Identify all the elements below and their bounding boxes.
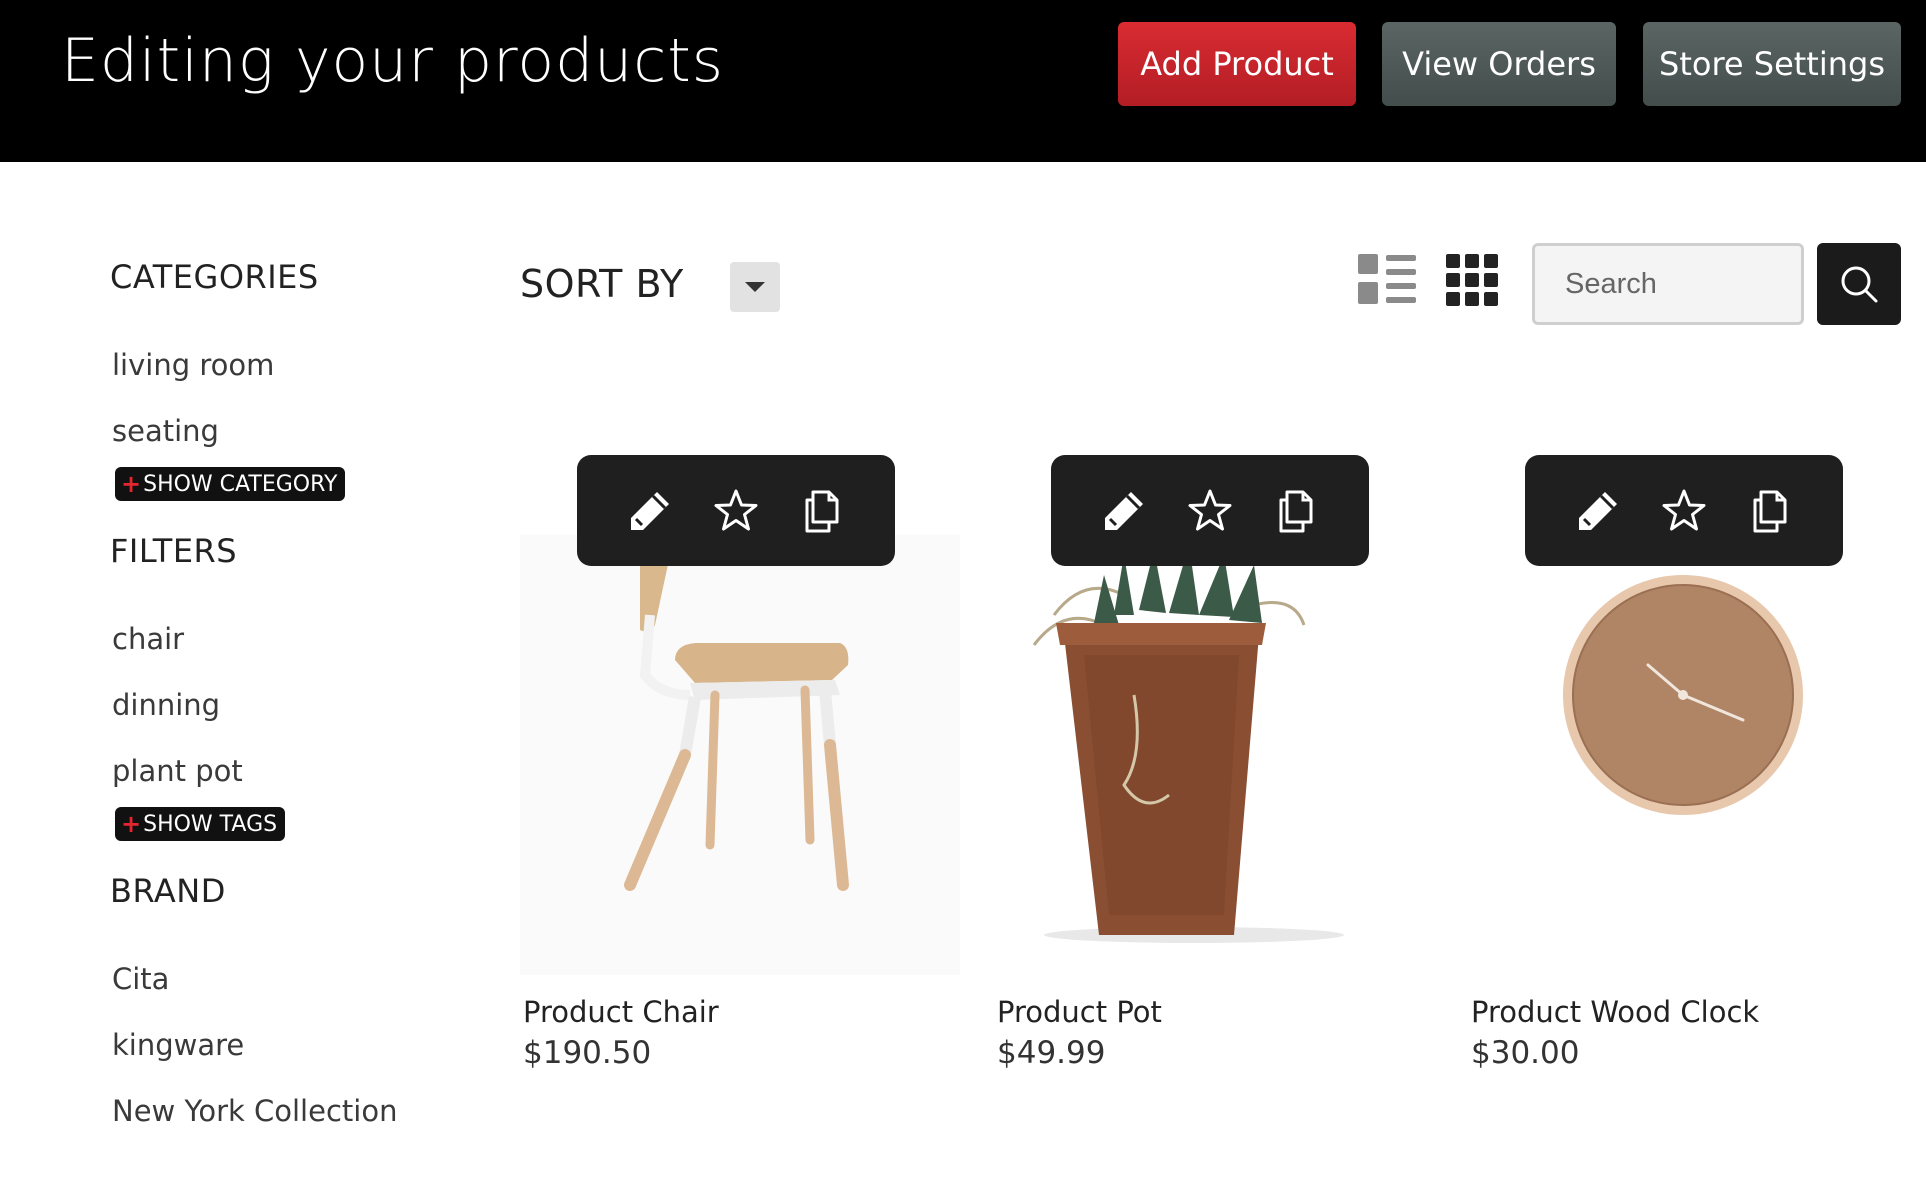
chair-image: [520, 535, 960, 975]
star-icon: [1662, 489, 1706, 530]
brand-item-new-york-collection[interactable]: New York Collection: [112, 1094, 397, 1128]
edit-icon: [1105, 491, 1143, 530]
star-icon: [1188, 489, 1232, 530]
duplicate-button[interactable]: [1270, 485, 1322, 537]
duplicate-icon: [805, 490, 839, 532]
view-orders-button[interactable]: View Orders: [1382, 22, 1616, 106]
favorite-button[interactable]: [1184, 485, 1236, 537]
plus-icon: +: [121, 810, 142, 838]
product-image-chair[interactable]: [520, 535, 960, 975]
edit-icon: [631, 491, 669, 530]
product-card[interactable]: Product Pot $49.99: [994, 455, 1464, 1095]
brand-item-kingware[interactable]: kingware: [112, 1028, 244, 1062]
product-image-plant-pot[interactable]: [994, 535, 1434, 975]
sort-by-label: SORT BY: [520, 262, 684, 306]
store-settings-button[interactable]: Store Settings: [1643, 22, 1901, 106]
search-button[interactable]: [1817, 243, 1901, 325]
duplicate-icon: [1753, 490, 1787, 532]
edit-icon: [1579, 491, 1617, 530]
card-actions-toolbar: [577, 455, 895, 566]
edit-button[interactable]: [624, 485, 676, 537]
product-name[interactable]: Product Pot: [997, 995, 1162, 1029]
product-price: $49.99: [997, 1035, 1106, 1071]
product-card[interactable]: Product Chair $190.50: [520, 455, 990, 1095]
product-name[interactable]: Product Wood Clock: [1471, 995, 1759, 1029]
duplicate-button[interactable]: [796, 485, 848, 537]
categories-heading: CATEGORIES: [110, 258, 319, 296]
filter-item-chair[interactable]: chair: [112, 622, 184, 656]
category-item-living-room[interactable]: living room: [112, 348, 274, 382]
product-price: $30.00: [1471, 1035, 1580, 1071]
product-image-wood-clock[interactable]: [1468, 535, 1908, 975]
favorite-button[interactable]: [1658, 485, 1710, 537]
card-actions-toolbar: [1525, 455, 1843, 566]
show-tags-button[interactable]: + SHOW TAGS: [115, 807, 286, 841]
brand-heading: BRAND: [110, 872, 226, 910]
sort-by-dropdown[interactable]: [730, 262, 780, 312]
category-item-seating[interactable]: seating: [112, 414, 219, 448]
filters-heading: FILTERS: [110, 532, 238, 570]
grid-view-button[interactable]: [1446, 254, 1504, 306]
search-icon: [1841, 266, 1878, 303]
product-name[interactable]: Product Chair: [523, 995, 719, 1029]
filter-item-dinning[interactable]: dinning: [112, 688, 220, 722]
plant-pot-image: [1032, 545, 1344, 943]
grid-view-icon: [1446, 254, 1498, 306]
list-view-icon: [1358, 254, 1416, 304]
add-product-button[interactable]: Add Product: [1118, 22, 1356, 106]
top-bar: Editing your products Add Product View O…: [0, 0, 1926, 162]
plus-icon: +: [121, 470, 142, 498]
star-icon: [714, 489, 758, 530]
product-price: $190.50: [523, 1035, 652, 1071]
edit-button[interactable]: [1098, 485, 1150, 537]
wood-clock-image: [1563, 575, 1803, 815]
filter-item-plant-pot[interactable]: plant pot: [112, 754, 243, 788]
brand-item-cita[interactable]: Cita: [112, 962, 169, 996]
duplicate-icon: [1279, 490, 1313, 532]
duplicate-button[interactable]: [1744, 485, 1796, 537]
product-card[interactable]: Product Wood Clock $30.00: [1468, 455, 1926, 1095]
search-input[interactable]: [1532, 243, 1804, 325]
card-actions-toolbar: [1051, 455, 1369, 566]
show-category-label: SHOW CATEGORY: [143, 471, 338, 497]
edit-button[interactable]: [1572, 485, 1624, 537]
favorite-button[interactable]: [710, 485, 762, 537]
caret-down-icon: [745, 282, 765, 292]
page-title: Editing your products: [61, 26, 724, 96]
show-tags-label: SHOW TAGS: [143, 811, 278, 837]
show-category-button[interactable]: + SHOW CATEGORY: [115, 467, 346, 501]
list-view-button[interactable]: [1358, 254, 1416, 306]
